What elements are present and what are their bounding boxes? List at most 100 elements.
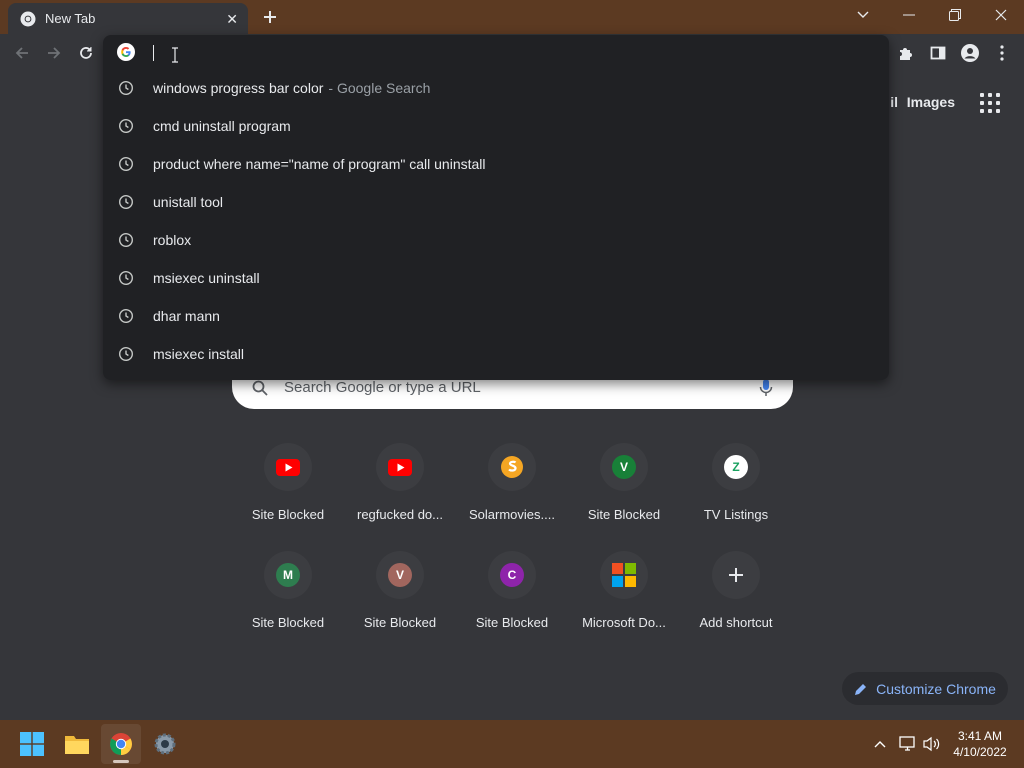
shortcut-tile[interactable]: Z TV Listings — [680, 438, 792, 522]
tile-icon-wrap — [600, 551, 648, 599]
volume-button[interactable] — [922, 734, 942, 754]
customize-chrome-button[interactable]: Customize Chrome — [842, 672, 1008, 705]
settings-taskbar-button[interactable] — [145, 724, 185, 764]
suggestion-text: msiexec uninstall — [153, 270, 260, 286]
show-hidden-icons-button[interactable] — [870, 734, 890, 754]
network-button[interactable] — [898, 734, 918, 754]
reload-icon — [80, 47, 92, 59]
shortcut-tile[interactable]: Microsoft Do... — [568, 546, 680, 630]
plus-icon — [729, 568, 743, 582]
file-explorer-button[interactable] — [57, 724, 97, 764]
taskbar-clock[interactable]: 3:41 AM 4/10/2022 — [948, 728, 1012, 760]
minimize-icon — [903, 14, 915, 16]
zap2it-icon: Z — [724, 455, 748, 479]
extensions-button[interactable] — [892, 39, 920, 67]
shortcut-tile[interactable]: Site Blocked — [232, 438, 344, 522]
minimize-button[interactable] — [886, 0, 932, 30]
suggestion-item[interactable]: roblox — [103, 221, 889, 259]
profile-button[interactable] — [956, 39, 984, 67]
suggestion-text: dhar mann — [153, 308, 220, 324]
tile-title: Site Blocked — [587, 507, 661, 522]
side-panel-button[interactable] — [924, 39, 952, 67]
suggestion-item[interactable]: msiexec uninstall — [103, 259, 889, 297]
history-icon — [118, 118, 134, 134]
tile-title: TV Listings — [703, 507, 769, 522]
letter-icon: M — [276, 563, 300, 587]
new-tab-button[interactable] — [258, 6, 282, 28]
suggestion-text: cmd uninstall program — [153, 118, 291, 134]
extensions-icon — [900, 48, 912, 60]
microphone-icon[interactable] — [759, 378, 773, 397]
text-caret — [153, 45, 154, 61]
shortcut-tile[interactable]: V Site Blocked — [568, 438, 680, 522]
file-explorer-icon — [65, 736, 89, 754]
tile-title: regfucked do... — [357, 507, 443, 522]
active-app-indicator — [113, 760, 129, 763]
chevron-up-icon — [874, 741, 886, 748]
tab-new-tab[interactable]: New Tab ✕ — [8, 3, 248, 34]
omnibox[interactable] — [103, 35, 889, 69]
ntp-search-input[interactable] — [282, 378, 759, 397]
tile-icon-wrap: M — [264, 551, 312, 599]
chevron-down-icon — [857, 11, 869, 18]
close-window-button[interactable] — [978, 0, 1024, 30]
suggestion-item[interactable]: unistall tool — [103, 183, 889, 221]
tab-search-button[interactable] — [840, 0, 886, 30]
search-icon — [252, 380, 268, 396]
gmail-link[interactable]: il — [890, 94, 898, 110]
forward-button[interactable] — [40, 39, 68, 67]
volume-icon — [923, 736, 940, 752]
tile-title: Site Blocked — [475, 615, 549, 630]
tab-title: New Tab — [45, 11, 96, 26]
add-shortcut-tile[interactable]: Add shortcut — [680, 546, 792, 630]
ibeam-cursor-icon — [172, 47, 178, 63]
shortcut-tile[interactable]: V Site Blocked — [344, 546, 456, 630]
pencil-icon — [855, 683, 867, 695]
shortcut-tile[interactable]: Solarmovies.... — [456, 438, 568, 522]
chrome-menu-button[interactable] — [988, 39, 1016, 67]
tile-title: Add shortcut — [699, 615, 773, 630]
solarmovies-icon — [501, 456, 523, 478]
tile-icon-wrap — [712, 551, 760, 599]
suggestion-list: windows progress bar color - Google Sear… — [103, 69, 889, 373]
microsoft-icon — [612, 563, 636, 587]
profile-icon — [961, 44, 979, 62]
shortcut-tile[interactable]: regfucked do... — [344, 438, 456, 522]
restore-button[interactable] — [932, 0, 978, 30]
images-link[interactable]: Images — [907, 94, 955, 110]
reload-button[interactable] — [72, 39, 100, 67]
tile-title: Site Blocked — [363, 615, 437, 630]
suggestion-item[interactable]: product where name="name of program" cal… — [103, 145, 889, 183]
back-icon — [15, 47, 28, 59]
tile-icon-wrap — [264, 443, 312, 491]
omnibox-input[interactable] — [155, 41, 859, 65]
chrome-taskbar-button[interactable] — [101, 724, 141, 764]
shortcut-tile[interactable]: C Site Blocked — [456, 546, 568, 630]
google-apps-icon[interactable] — [980, 93, 1000, 113]
suggestion-text: product where name="name of program" cal… — [153, 156, 486, 172]
shortcut-tiles: Site Blocked regfucked do... Solarmovies… — [232, 438, 792, 630]
title-bar: New Tab ✕ — [0, 0, 1024, 34]
letter-icon: V — [612, 455, 636, 479]
letter-icon: V — [388, 563, 412, 587]
suggestion-item[interactable]: msiexec install — [103, 335, 889, 373]
suggestion-text: unistall tool — [153, 194, 224, 210]
suggestion-text: windows progress bar color — [153, 80, 324, 96]
chrome-icon — [110, 733, 132, 755]
plus-icon — [264, 11, 276, 23]
suggestion-item[interactable]: dhar mann — [103, 297, 889, 335]
tile-icon-wrap — [376, 443, 424, 491]
back-button[interactable] — [8, 39, 36, 67]
suggestion-item[interactable]: windows progress bar color - Google Sear… — [103, 69, 889, 107]
youtube-icon — [388, 458, 412, 476]
history-icon — [118, 232, 134, 248]
history-icon — [118, 308, 134, 324]
shortcut-tile[interactable]: M Site Blocked — [232, 546, 344, 630]
suggestion-item[interactable]: cmd uninstall program — [103, 107, 889, 145]
tab-close-icon[interactable]: ✕ — [226, 12, 238, 26]
tile-title: Site Blocked — [251, 507, 325, 522]
suggestion-text: msiexec install — [153, 346, 245, 362]
history-icon — [118, 156, 134, 172]
start-button[interactable] — [12, 724, 52, 764]
tile-icon-wrap: Z — [712, 443, 760, 491]
